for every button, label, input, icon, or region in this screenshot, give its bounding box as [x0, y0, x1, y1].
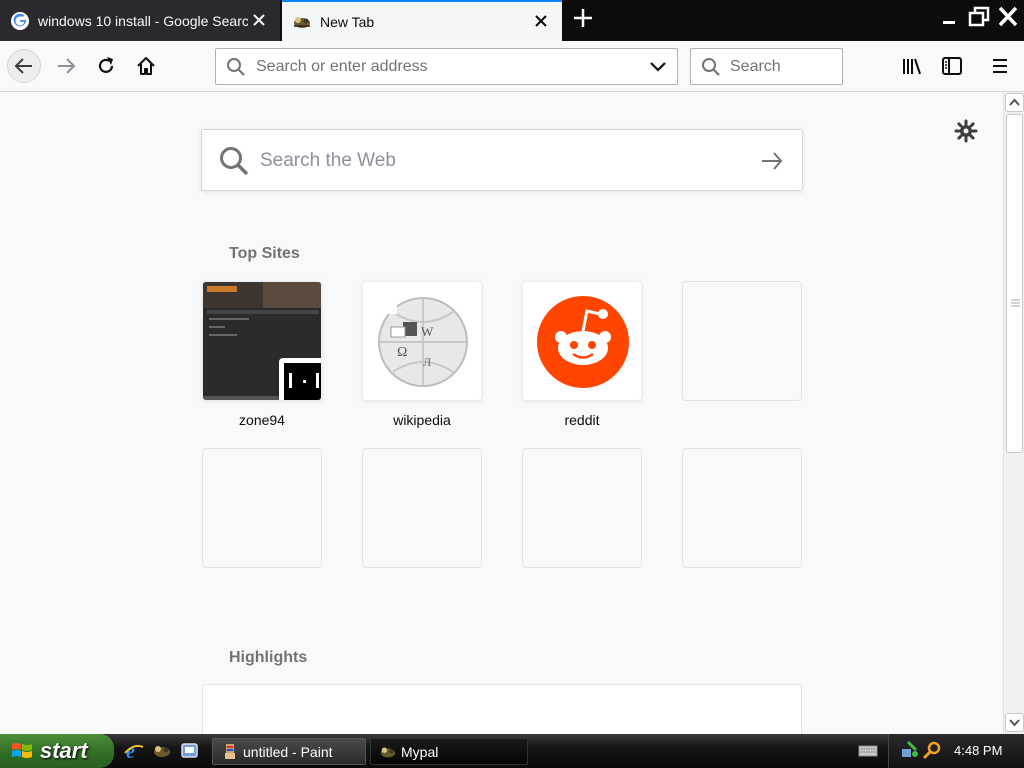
back-arrow-icon — [14, 58, 32, 74]
new-tab-page: Top Sites zone94 — [0, 92, 1003, 734]
taskbar-item-label: Mypal — [401, 743, 439, 760]
mypal-icon — [292, 12, 312, 32]
top-site-tile-empty[interactable] — [362, 448, 482, 568]
clock: 4:48 PM — [954, 743, 1003, 758]
svg-text:W: W — [421, 324, 434, 339]
menu-button[interactable] — [983, 49, 1017, 83]
top-site-label: zone94 — [239, 412, 285, 428]
taskbar-item-label: untitled - Paint — [243, 743, 333, 760]
top-site-label: wikipedia — [393, 412, 451, 428]
tab-new-tab[interactable]: New Tab — [282, 0, 562, 41]
address-bar[interactable] — [215, 48, 678, 85]
wikipedia-globe-icon: W Ω Л — [363, 282, 481, 400]
reload-button[interactable] — [89, 49, 123, 83]
top-site-tile-empty[interactable] — [682, 281, 802, 401]
top-site-tile-empty[interactable] — [682, 448, 802, 568]
forward-arrow-icon — [58, 58, 76, 74]
taskbar-item-mypal[interactable]: Mypal — [370, 738, 528, 765]
library-button[interactable] — [895, 49, 929, 83]
start-label: start — [40, 738, 88, 763]
top-site-tile-zone94[interactable] — [202, 281, 322, 401]
highlights-heading: Highlights — [229, 649, 308, 666]
internet-explorer-icon[interactable]: e — [124, 741, 144, 763]
search-icon — [220, 147, 249, 176]
gear-icon[interactable] — [954, 119, 978, 143]
navigation-toolbar — [0, 41, 1024, 92]
forward-button[interactable] — [49, 49, 83, 83]
home-button[interactable] — [129, 49, 163, 83]
svg-text:Л: Л — [423, 355, 431, 369]
library-icon — [903, 58, 921, 75]
paint-icon — [225, 744, 235, 759]
vertical-scrollbar[interactable] — [1003, 92, 1024, 734]
zone94-favicon — [279, 358, 321, 400]
taskbar: start e untitled - Paint Mypal 4:48 PM — [0, 734, 1024, 768]
tab-google-search[interactable]: windows 10 install - Google Search — [0, 0, 280, 41]
keyboard-icon[interactable] — [858, 742, 878, 762]
tab-close-icon[interactable] — [248, 10, 270, 32]
top-sites-heading: Top Sites — [229, 245, 300, 262]
network-icon[interactable] — [900, 740, 920, 760]
search-bar[interactable] — [690, 48, 843, 85]
web-search-box[interactable] — [201, 129, 803, 191]
mypal-quicklaunch-icon[interactable] — [152, 741, 172, 761]
windows-logo-icon — [12, 743, 32, 758]
search-tray-icon[interactable] — [922, 740, 942, 760]
sidebar-button[interactable] — [935, 49, 969, 83]
top-site-tile-wikipedia[interactable]: W Ω Л — [362, 281, 482, 401]
top-site-tile-reddit[interactable] — [522, 281, 642, 401]
system-tray: 4:48 PM — [888, 734, 1024, 768]
top-site-tile-empty[interactable] — [202, 448, 322, 568]
sidebar-icon — [942, 57, 962, 75]
tab-title: New Tab — [320, 13, 375, 30]
close-window-button[interactable] — [994, 4, 1022, 30]
taskbar-item-paint[interactable]: untitled - Paint — [212, 738, 366, 765]
show-desktop-icon[interactable] — [180, 741, 200, 761]
scroll-down-button[interactable] — [1005, 713, 1024, 732]
reload-icon — [98, 57, 114, 73]
web-search-input[interactable] — [260, 148, 740, 174]
scroll-up-button[interactable] — [1005, 93, 1024, 112]
google-icon — [10, 11, 30, 31]
top-site-tile-empty[interactable] — [522, 448, 642, 568]
search-icon — [227, 58, 245, 76]
top-site-label: reddit — [564, 412, 600, 428]
arrow-right-icon[interactable] — [760, 150, 784, 172]
search-icon — [702, 58, 720, 76]
svg-text:Ω: Ω — [397, 345, 407, 360]
tab-close-icon[interactable] — [530, 11, 552, 33]
scrollbar-thumb[interactable] — [1006, 114, 1023, 453]
tab-title: windows 10 install - Google Search — [38, 12, 248, 29]
restore-button[interactable] — [965, 4, 993, 30]
address-input[interactable] — [256, 57, 636, 77]
reddit-alien-icon — [523, 282, 641, 400]
mypal-icon — [380, 747, 396, 758]
highlight-card[interactable] — [202, 684, 802, 734]
hamburger-menu-icon — [993, 59, 1007, 73]
search-input[interactable] — [730, 57, 835, 77]
new-tab-button[interactable] — [568, 6, 598, 36]
minimize-button[interactable] — [936, 4, 964, 30]
chevron-down-icon[interactable] — [649, 59, 667, 75]
home-icon — [137, 57, 155, 75]
back-button[interactable] — [7, 49, 41, 83]
tab-strip: windows 10 install - Google Search New T… — [0, 0, 1024, 41]
start-button[interactable]: start — [0, 734, 114, 768]
